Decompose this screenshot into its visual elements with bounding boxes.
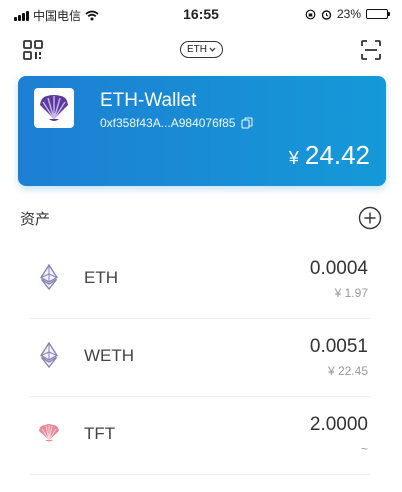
rotation-lock-icon <box>305 9 316 19</box>
wallet-name: ETH-Wallet <box>100 90 197 111</box>
scan-icon[interactable] <box>360 39 384 63</box>
asset-value: ~ <box>360 442 368 456</box>
ethereum-icon <box>36 342 62 368</box>
asset-row-tft[interactable]: TFT 2.0000 ~ <box>26 398 376 470</box>
assets-title: 资产 <box>20 211 51 228</box>
wallet-address: 0xf358f43A...A984076f85 <box>100 116 253 130</box>
asset-amount: 2.0000 <box>309 414 368 435</box>
asset-symbol: TFT <box>84 424 116 443</box>
network-label: ETH <box>187 44 207 55</box>
asset-symbol: ETH <box>84 268 118 287</box>
top-nav: ETH <box>0 34 402 68</box>
chevron-down-icon <box>209 47 216 52</box>
wallet-logo <box>34 88 74 128</box>
alarm-icon <box>321 9 332 20</box>
asset-symbol: WETH <box>84 346 135 365</box>
asset-row-weth[interactable]: WETH 0.0051 ¥ 22.45 <box>26 320 376 392</box>
battery-icon <box>366 9 390 19</box>
asset-amount: 0.0004 <box>309 258 368 279</box>
asset-amount: 0.0051 <box>309 336 368 357</box>
wallet-balance: ¥ 24.42 <box>289 140 370 171</box>
wallet-address-text: 0xf358f43A...A984076f85 <box>100 116 236 130</box>
asset-value: ¥ 1.97 <box>334 286 368 300</box>
status-bar: 中国电信 16:55 23% <box>0 0 402 28</box>
row-divider <box>30 318 370 319</box>
battery-percent: 23% <box>336 7 361 21</box>
ethereum-icon <box>36 264 62 290</box>
wallet-card[interactable]: ETH-Wallet 0xf358f43A...A984076f85 ¥ 24.… <box>18 76 386 186</box>
asset-value: ¥ 22.45 <box>327 364 368 378</box>
qr-code-icon[interactable] <box>22 39 46 63</box>
wallet-balance-value: 24.42 <box>304 140 370 170</box>
network-selector[interactable]: ETH <box>180 41 223 58</box>
plus-circle-icon <box>358 206 382 230</box>
add-asset-button[interactable] <box>358 206 382 230</box>
asset-row-eth[interactable]: ETH 0.0004 ¥ 1.97 <box>26 242 376 314</box>
row-divider <box>30 474 370 475</box>
status-right: 23% <box>305 7 390 21</box>
shell-logo-icon <box>40 95 68 121</box>
assets-header: 资产 <box>20 206 382 232</box>
currency-symbol: ¥ <box>288 148 299 168</box>
shell-icon <box>36 420 62 446</box>
row-divider <box>30 396 370 397</box>
copy-icon[interactable] <box>241 117 253 129</box>
